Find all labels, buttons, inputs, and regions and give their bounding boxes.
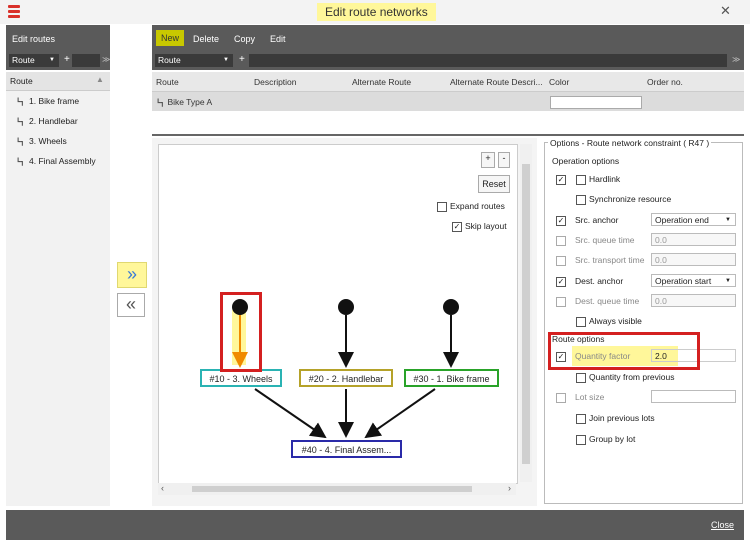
operation-options-header: Operation options [552, 156, 620, 166]
lot-size-input[interactable] [651, 390, 736, 403]
src-queue-label: Src. queue time [575, 235, 635, 245]
hardlink-enabled-checkbox[interactable]: ✓ [556, 175, 566, 185]
node-bike-frame[interactable]: #30 - 1. Bike frame [404, 369, 499, 387]
hardlink-checkbox[interactable] [576, 175, 586, 185]
node-final-assembly[interactable]: #40 - 4. Final Assem... [291, 440, 402, 458]
lot-size-label: Lot size [575, 392, 605, 402]
src-transport-input[interactable]: 0.0 [651, 253, 736, 266]
group-by-lot-checkbox[interactable] [576, 435, 586, 445]
vertical-scrollbar[interactable] [520, 144, 532, 482]
src-anchor-select[interactable]: Operation end ▼ [651, 213, 736, 226]
close-button[interactable]: Close [711, 520, 734, 530]
src-anchor-checkbox[interactable]: ✓ [556, 216, 566, 226]
dest-anchor-label: Dest. anchor [575, 276, 624, 286]
sync-resource-checkbox[interactable] [576, 195, 586, 205]
dest-anchor-checkbox[interactable]: ✓ [556, 277, 566, 287]
src-queue-input[interactable]: 0.0 [651, 233, 736, 246]
always-visible-checkbox[interactable] [576, 317, 586, 327]
source-node[interactable] [338, 299, 354, 315]
qty-from-previous-label: Quantity from previous [589, 372, 675, 382]
hardlink-label: Hardlink [589, 174, 621, 184]
source-node[interactable] [443, 299, 459, 315]
horizontal-scrollbar[interactable]: ‹ › [158, 483, 516, 495]
lot-size-checkbox[interactable] [556, 393, 566, 403]
dest-queue-checkbox[interactable] [556, 297, 566, 307]
scroll-thumb[interactable] [192, 486, 472, 492]
join-previous-checkbox[interactable] [576, 414, 586, 424]
edge[interactable] [364, 388, 436, 439]
qty-from-previous-checkbox[interactable] [576, 373, 586, 383]
scroll-thumb[interactable] [522, 164, 530, 464]
dest-queue-label: Dest. queue time [575, 296, 640, 306]
src-transport-label: Src. transport time [575, 255, 645, 265]
highlight-box [220, 292, 262, 372]
src-queue-checkbox[interactable] [556, 236, 566, 246]
scroll-right-icon[interactable]: › [508, 483, 511, 493]
quantity-highlight-box [548, 332, 700, 370]
options-title: Options - Route network constraint ( R47… [548, 138, 712, 148]
src-transport-checkbox[interactable] [556, 256, 566, 266]
scroll-left-icon[interactable]: ‹ [161, 483, 164, 493]
edge[interactable] [254, 388, 327, 439]
footer-bar: Close [6, 510, 744, 540]
join-previous-label: Join previous lots [589, 413, 655, 423]
node-handlebar[interactable]: #20 - 2. Handlebar [299, 369, 393, 387]
sync-resource-label: Synchronize resource [589, 194, 672, 204]
dest-queue-input[interactable]: 0.0 [651, 294, 736, 307]
src-anchor-label: Src. anchor [575, 215, 619, 225]
dest-anchor-select[interactable]: Operation start ▼ [651, 274, 736, 287]
group-by-lot-label: Group by lot [589, 434, 636, 444]
always-visible-label: Always visible [589, 316, 642, 326]
